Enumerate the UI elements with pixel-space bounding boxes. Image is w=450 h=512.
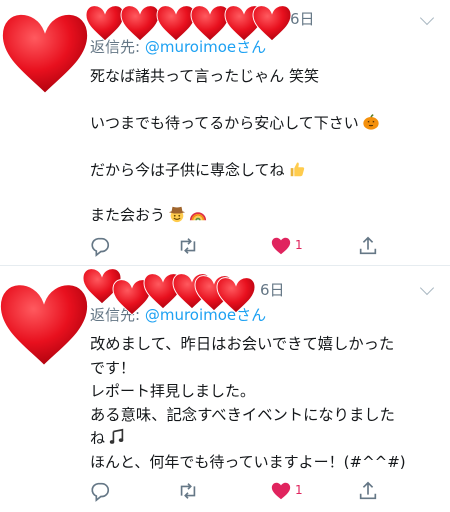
heart-sticker-icon (190, 5, 230, 42)
heart-sticker-icon (85, 5, 125, 42)
heart-sticker-icon (216, 277, 256, 314)
heart-sticker-icon (0, 12, 90, 95)
heart-sticker-icon (156, 5, 196, 42)
heart-sticker-icon (252, 5, 292, 42)
heart-sticker-layer (0, 5, 292, 367)
heart-sticker-icon (0, 283, 90, 367)
heart-sticker-icon (120, 5, 160, 42)
